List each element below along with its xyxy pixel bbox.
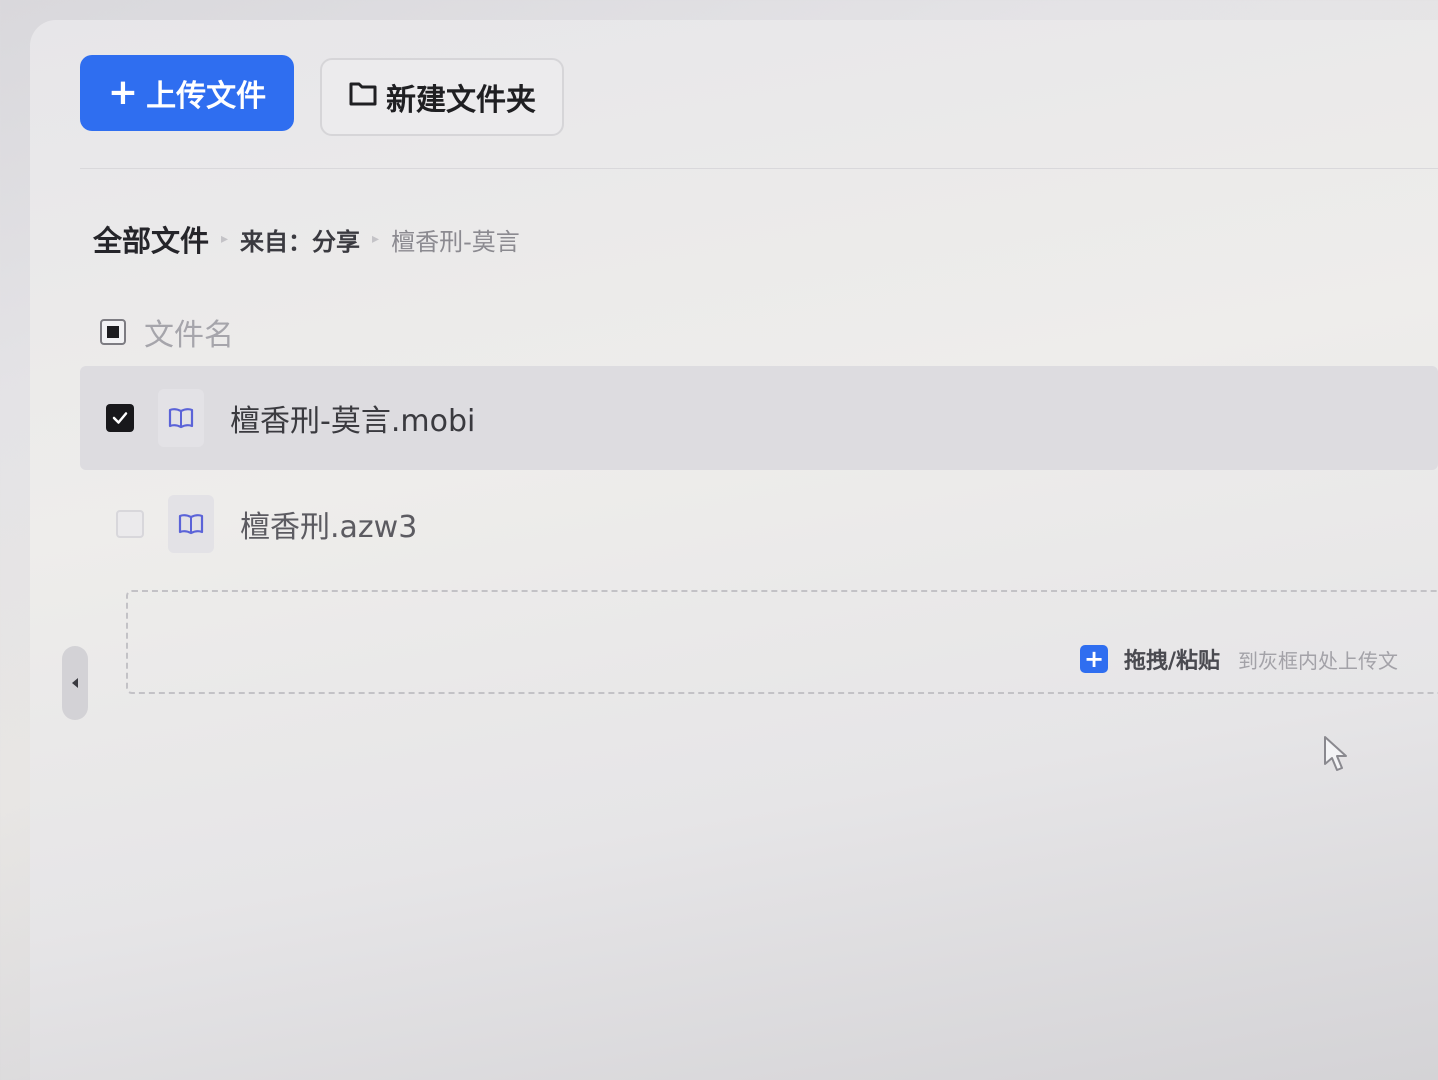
sidebar-collapse-handle[interactable] (62, 646, 88, 720)
breadcrumb-separator-icon: ▸ (221, 231, 229, 247)
book-icon (168, 495, 214, 553)
table-row[interactable]: 檀香刑-莫言.mobi (80, 366, 1438, 470)
row-checkbox[interactable] (116, 510, 144, 538)
file-name[interactable]: 檀香刑-莫言.mobi (230, 396, 475, 440)
upload-dropzone[interactable] (126, 590, 1438, 694)
new-folder-label: 新建文件夹 (386, 83, 536, 118)
check-icon (112, 412, 128, 424)
breadcrumb-root[interactable]: 全部文件 (93, 218, 209, 260)
row-checkbox[interactable] (106, 404, 134, 432)
breadcrumb-separator-icon: ▸ (372, 231, 380, 247)
file-name[interactable]: 檀香刑.azw3 (240, 502, 417, 546)
dropzone-strong-text: 拖拽/粘贴 (1124, 649, 1221, 674)
mouse-cursor-icon (1322, 734, 1350, 778)
upload-file-button[interactable]: + 上传文件 (80, 55, 294, 131)
table-row[interactable]: 檀香刑.azw3 (80, 476, 1438, 572)
partial-check-mark (107, 326, 119, 338)
breadcrumb-current: 檀香刑-莫言 (391, 227, 520, 256)
file-list-header: 文件名 (100, 310, 234, 354)
select-all-checkbox[interactable] (100, 319, 126, 345)
folder-icon (348, 79, 386, 115)
plus-icon: + (107, 72, 139, 113)
breadcrumb-shared[interactable]: 来自：分享 (240, 222, 360, 257)
new-folder-button[interactable]: 新建文件夹 (320, 58, 564, 136)
toolbar-divider (80, 168, 1438, 169)
plus-icon: + (1080, 645, 1108, 673)
breadcrumb: 全部文件 ▸ 来自：分享 ▸ 檀香刑-莫言 (93, 218, 520, 260)
dropzone-note-text: 到灰框内处上传文 (1238, 648, 1399, 673)
dropzone-hint: + 拖拽/粘贴 到灰框内处上传文 (1080, 643, 1398, 675)
column-header-filename[interactable]: 文件名 (144, 310, 234, 354)
chevron-left-icon (72, 678, 78, 688)
book-icon (158, 389, 204, 447)
upload-file-label: 上传文件 (146, 79, 267, 114)
